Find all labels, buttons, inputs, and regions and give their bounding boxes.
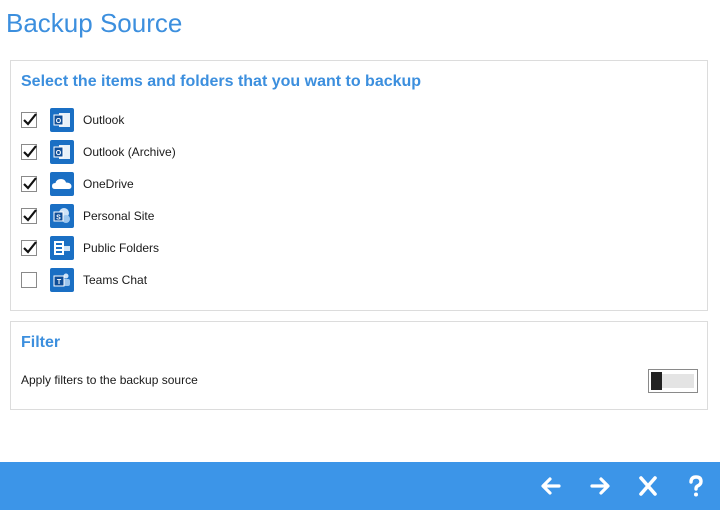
onedrive-icon	[50, 172, 74, 196]
item-row-onedrive[interactable]: OneDrive	[21, 171, 421, 197]
svg-text:S: S	[56, 215, 61, 222]
checkmark-icon	[23, 145, 37, 158]
toggle-track	[662, 374, 694, 388]
item-label: Personal Site	[83, 209, 155, 223]
close-icon	[639, 476, 657, 496]
checkbox-teams-chat[interactable]	[21, 272, 37, 288]
checkbox-outlook[interactable]	[21, 112, 37, 128]
checkbox-onedrive[interactable]	[21, 176, 37, 192]
toggle-knob	[651, 372, 662, 390]
svg-text:O: O	[56, 118, 62, 125]
item-label: Outlook	[83, 113, 125, 127]
back-arrow-icon	[541, 477, 561, 495]
back-button[interactable]	[535, 470, 567, 502]
checkmark-icon	[23, 177, 37, 190]
checkmark-icon	[23, 209, 37, 222]
filter-label: Apply filters to the backup source	[21, 373, 198, 387]
svg-text:T: T	[57, 279, 62, 286]
filter-panel: Filter Apply filters to the backup sourc…	[10, 321, 708, 410]
outlook-archive-icon: O	[50, 140, 74, 164]
item-row-teams-chat[interactable]: T Teams Chat	[21, 267, 421, 293]
next-arrow-icon	[590, 477, 610, 495]
item-label: Public Folders	[83, 241, 160, 255]
sharepoint-icon: S	[50, 204, 74, 228]
item-row-outlook[interactable]: O Outlook	[21, 107, 421, 133]
close-button[interactable]	[632, 470, 664, 502]
exchange-icon	[50, 236, 74, 260]
item-row-personal-site[interactable]: S Personal Site	[21, 203, 421, 229]
item-label: Outlook (Archive)	[83, 145, 176, 159]
items-heading: Select the items and folders that you wa…	[21, 73, 422, 90]
item-label: Teams Chat	[83, 273, 148, 287]
bottom-bar	[0, 462, 720, 510]
item-label: OneDrive	[83, 177, 134, 191]
help-button[interactable]	[680, 470, 712, 502]
checkmark-icon	[23, 241, 37, 254]
svg-text:O: O	[56, 150, 62, 157]
filter-toggle[interactable]	[648, 369, 698, 393]
next-button[interactable]	[584, 470, 616, 502]
page-title: Backup Source	[6, 8, 183, 38]
outlook-icon: O	[50, 108, 74, 132]
filter-heading: Filter	[21, 334, 61, 351]
item-row-outlook-archive[interactable]: O Outlook (Archive)	[21, 139, 421, 165]
checkbox-outlook-archive[interactable]	[21, 144, 37, 160]
items-panel: Select the items and folders that you wa…	[10, 60, 708, 311]
help-icon	[689, 475, 703, 497]
checkbox-personal-site[interactable]	[21, 208, 37, 224]
checkbox-public-folders[interactable]	[21, 240, 37, 256]
item-row-public-folders[interactable]: Public Folders	[21, 235, 421, 261]
teams-icon: T	[50, 268, 74, 292]
checkmark-icon	[23, 113, 37, 126]
